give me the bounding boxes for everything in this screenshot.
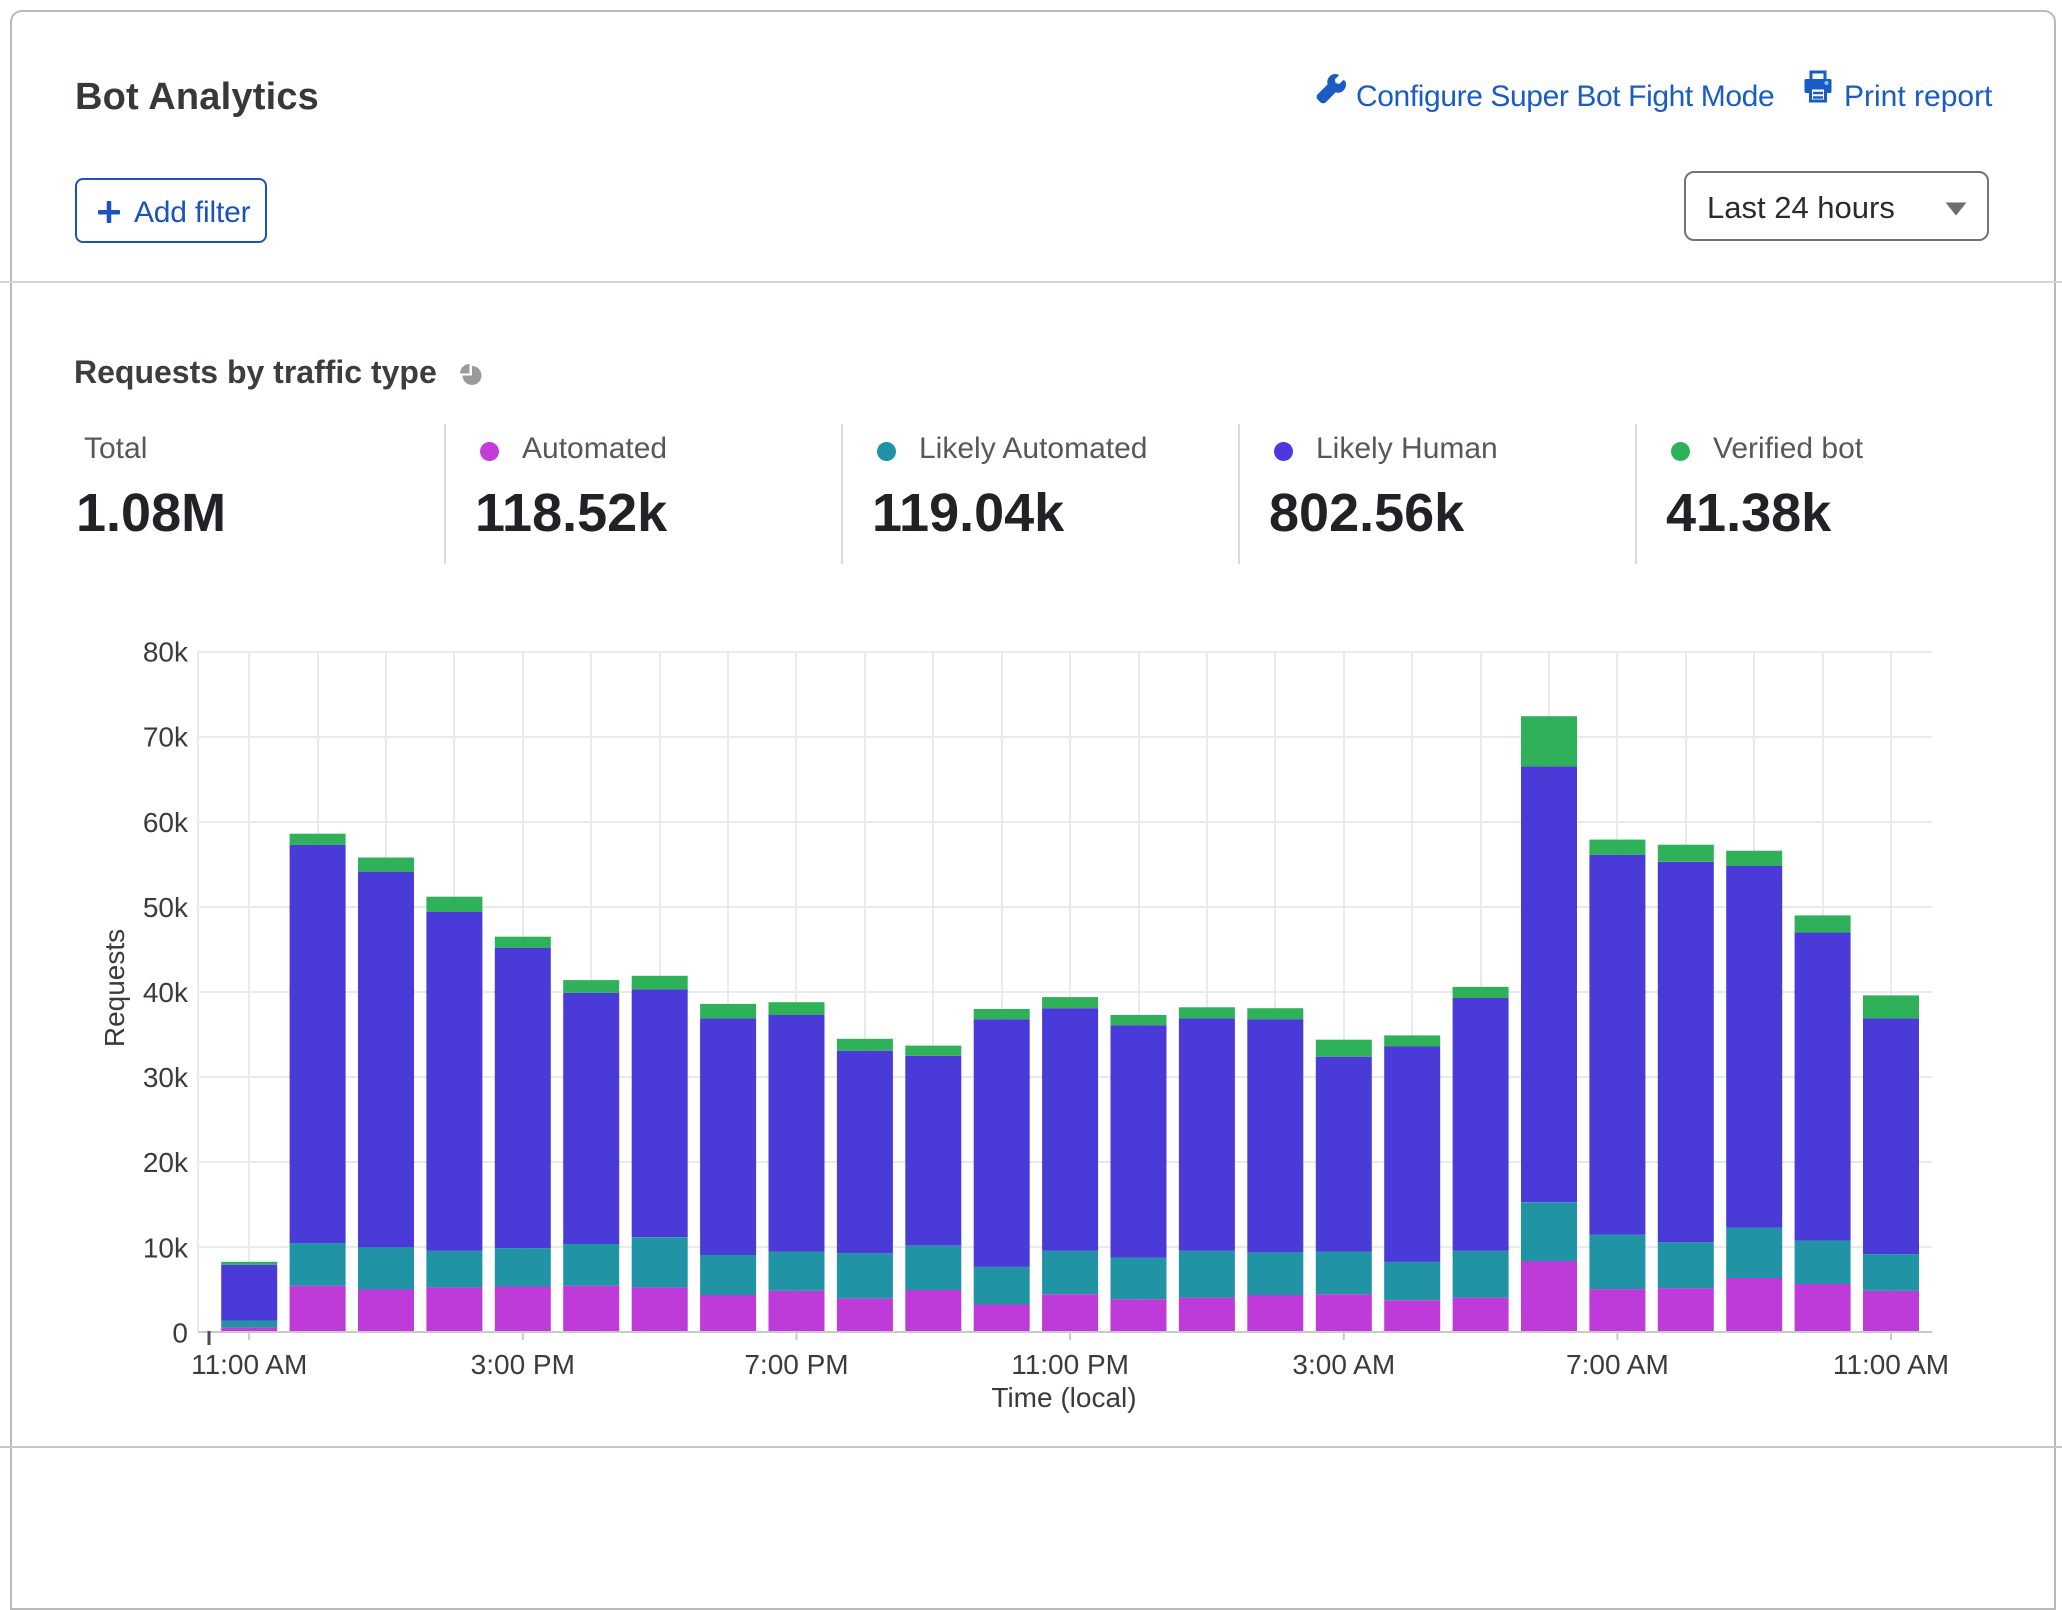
svg-text:30k: 30k bbox=[143, 1062, 189, 1093]
svg-text:11:00 PM: 11:00 PM bbox=[1011, 1349, 1129, 1380]
svg-text:11:00 AM: 11:00 AM bbox=[191, 1349, 307, 1380]
svg-text:50k: 50k bbox=[143, 892, 189, 923]
svg-text:0: 0 bbox=[172, 1318, 188, 1349]
svg-text:7:00 PM: 7:00 PM bbox=[744, 1349, 848, 1380]
svg-text:40k: 40k bbox=[143, 977, 189, 1008]
svg-text:3:00 AM: 3:00 AM bbox=[1292, 1349, 1395, 1380]
svg-text:Time (local): Time (local) bbox=[991, 1382, 1136, 1413]
svg-text:70k: 70k bbox=[143, 722, 189, 753]
svg-text:Requests: Requests bbox=[99, 929, 130, 1047]
svg-text:60k: 60k bbox=[143, 807, 189, 838]
svg-text:3:00 PM: 3:00 PM bbox=[471, 1349, 575, 1380]
svg-text:11:00 AM: 11:00 AM bbox=[1833, 1349, 1949, 1380]
svg-text:7:00 AM: 7:00 AM bbox=[1566, 1349, 1669, 1380]
svg-text:80k: 80k bbox=[143, 637, 189, 668]
svg-text:10k: 10k bbox=[143, 1232, 189, 1263]
svg-text:20k: 20k bbox=[143, 1147, 189, 1178]
